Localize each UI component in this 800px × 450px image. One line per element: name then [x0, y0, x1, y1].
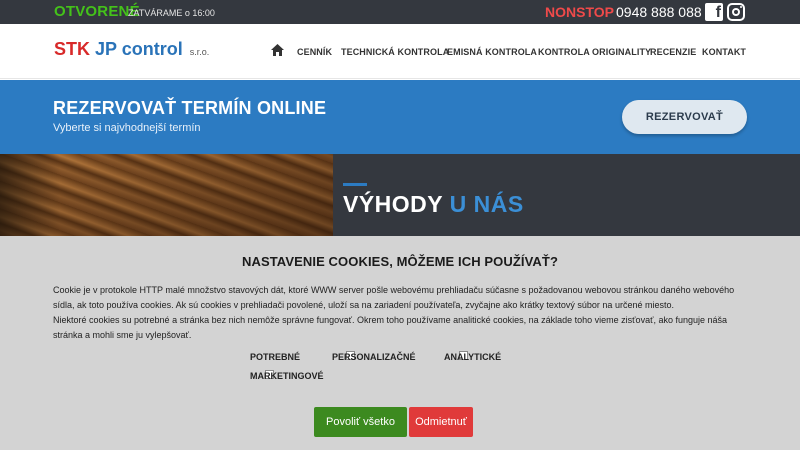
- logo-suffix: s.r.o.: [189, 47, 210, 57]
- cookie-banner: NASTAVENIE COOKIES, MÔŽEME ICH POUŽÍVAŤ?…: [0, 236, 800, 450]
- open-status: OTVORENÉ: [54, 3, 140, 20]
- benefits-title: VÝHODY U NÁS: [343, 191, 524, 218]
- reject-button[interactable]: Odmietnuť: [409, 407, 473, 437]
- hero-photo-shade: [0, 154, 60, 236]
- phone-number[interactable]: 0948 888 088: [616, 4, 702, 20]
- cookie-text-line: stránka a mohli sme ju vylepšovať.: [53, 330, 192, 340]
- nav-technicka-kontrola[interactable]: TECHNICKÁ KONTROLA: [341, 47, 449, 57]
- instagram-icon[interactable]: [727, 3, 745, 21]
- cookie-title: NASTAVENIE COOKIES, MÔŽEME ICH POUŽÍVAŤ?: [241, 254, 558, 269]
- cookie-option-necessary: POTREBNÉ: [250, 352, 301, 362]
- reservation-subtitle: Vyberte si najvhodnejší termín: [53, 122, 201, 134]
- main-header: STK JP control s.r.o. CENNÍK TECHNICKÁ K…: [0, 24, 800, 79]
- cookie-text-line: Niektoré cookies su potrebné a stránka b…: [53, 315, 728, 325]
- nav-kontakt[interactable]: KONTAKT: [702, 47, 746, 57]
- logo-jp-control: JP control: [95, 39, 183, 59]
- facebook-icon[interactable]: f: [705, 3, 723, 21]
- cookie-option-analytics[interactable]: ANALYTICKÉ: [444, 352, 501, 362]
- cookie-text-line: Cookie je v protokole HTTP malé množstvo…: [53, 285, 735, 295]
- cookie-description: Cookie je v protokole HTTP malé množstvo…: [53, 283, 753, 343]
- closing-time: ZATVÁRAME o 16:00: [128, 8, 215, 18]
- reservation-banner: REZERVOVAŤ TERMÍN ONLINE Vyberte si najv…: [0, 80, 800, 154]
- benefits-title-part2: U NÁS: [449, 191, 524, 217]
- logo-stk: STK: [54, 39, 90, 59]
- reservation-title: REZERVOVAŤ TERMÍN ONLINE: [53, 98, 327, 118]
- accept-all-button[interactable]: Povoliť všetko: [314, 407, 407, 437]
- benefits-accent-line: [343, 183, 367, 186]
- top-bar: OTVORENÉ ZATVÁRAME o 16:00 NONSTOP 0948 …: [0, 0, 800, 24]
- cookie-option-marketing[interactable]: MARKETINGOVÉ: [250, 371, 324, 381]
- nav-cennik[interactable]: CENNÍK: [297, 47, 332, 57]
- nonstop-label: NONSTOP: [545, 4, 614, 20]
- cookie-text-line: sídla, ak toto používa cookies. Ak sú co…: [53, 300, 674, 310]
- home-icon[interactable]: [271, 44, 284, 56]
- nav-emisna-kontrola[interactable]: EMISNÁ KONTROLA: [447, 47, 537, 57]
- cookie-option-personalization[interactable]: PERSONALIZAČNÉ: [332, 352, 416, 362]
- reserve-button[interactable]: REZERVOVAŤ: [622, 100, 747, 134]
- nav-recenzie[interactable]: RECENZIE: [650, 47, 696, 57]
- logo[interactable]: STK JP control s.r.o.: [54, 39, 209, 60]
- nav-kontrola-originality[interactable]: KONTROLA ORIGINALITY: [538, 47, 651, 57]
- benefits-title-part1: VÝHODY: [343, 191, 443, 217]
